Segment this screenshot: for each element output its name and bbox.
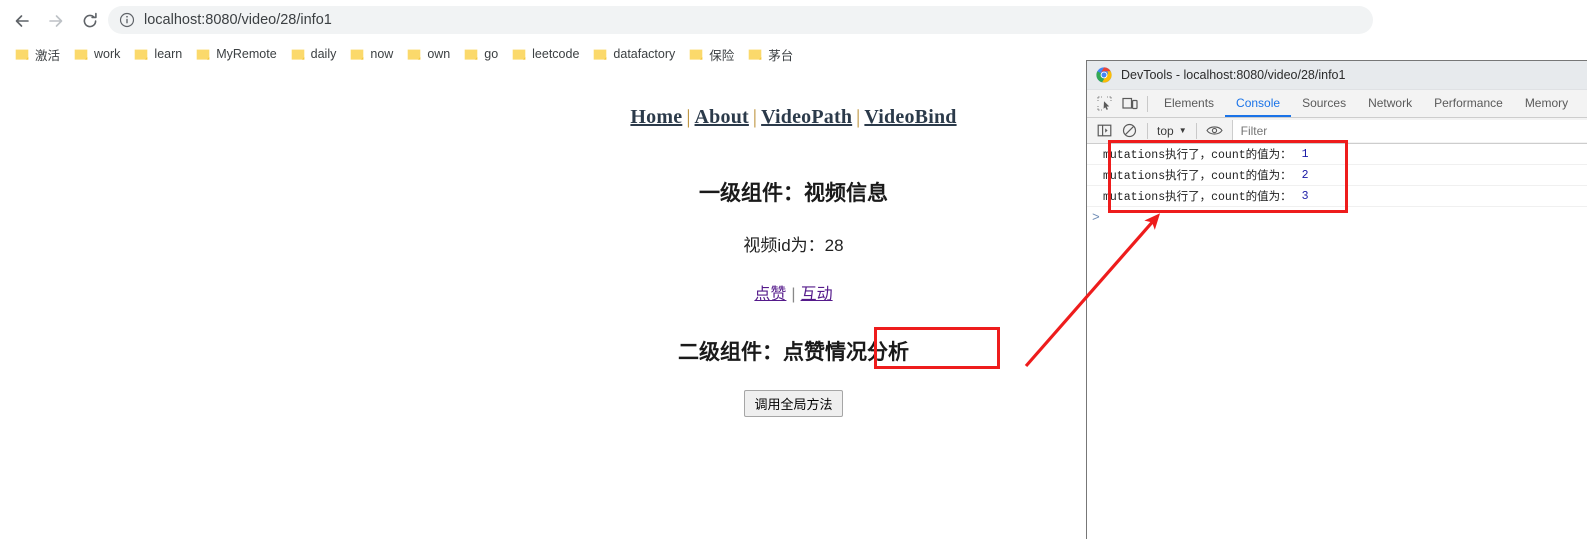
global-method-button[interactable]: 调用全局方法 [744,390,843,417]
bookmark-item[interactable]: learn [127,42,189,66]
forward-button [42,7,70,35]
console-log-text: mutations执行了，count的值为： [1103,191,1292,204]
tab-memory[interactable]: Memory [1514,90,1579,117]
console-log-value: 1 [1301,147,1309,161]
folder-icon [594,49,607,60]
bookmark-item[interactable]: 激活 [8,42,67,66]
reload-icon [83,12,97,28]
tab-performance[interactable]: Performance [1423,90,1514,117]
folder-icon [135,49,148,60]
device-toolbar-button[interactable] [1117,92,1142,116]
console-toolbar: top ▼ [1087,118,1587,144]
bookmark-label: work [94,47,121,61]
folder-icon [689,49,703,60]
bookmark-item[interactable]: MyRemote [189,42,283,66]
devtools-window: DevTools - localhost:8080/video/28/info1… [1086,60,1587,539]
forward-arrow-icon [49,15,63,27]
bookmark-item[interactable]: datafactory [586,42,682,66]
chevron-down-icon: ▼ [1178,126,1187,135]
bookmark-item[interactable]: daily [284,42,344,66]
browser-chrome: localhost:8080/video/28/info1 激活 work le… [0,0,1587,68]
bookmark-item[interactable]: 保险 [682,42,741,66]
console-sidebar-icon [1097,124,1112,137]
tab-elements[interactable]: Elements [1153,90,1225,117]
devtools-titlebar[interactable]: DevTools - localhost:8080/video/28/info1 [1087,61,1587,90]
folder-icon [15,49,29,60]
back-arrow-icon [15,15,29,27]
console-context-label: top [1157,123,1174,138]
tab-sources[interactable]: Sources [1291,90,1357,117]
console-log-text: mutations执行了，count的值为： [1103,170,1292,183]
nav-link-videobind[interactable]: VideoBind [864,106,956,128]
sub-link-interact[interactable]: 互动 [801,286,833,303]
reload-button[interactable] [76,7,104,35]
nav-link-videopath[interactable]: VideoPath [761,106,852,128]
console-prompt-caret: > [1092,209,1100,225]
folder-icon [351,49,364,60]
chrome-logo-icon [1096,67,1112,83]
console-log-value: 3 [1301,189,1309,203]
folder-icon [512,49,526,60]
console-log-row[interactable]: mutations执行了，count的值为： 2 [1087,165,1587,186]
console-log-value: 2 [1301,168,1309,182]
nav-separator: | [752,106,758,128]
folder-icon [74,49,88,60]
tab-console[interactable]: Console [1225,90,1292,117]
clear-console-button[interactable] [1117,119,1142,143]
nav-link-about[interactable]: About [695,106,749,128]
toolbar-divider [1195,122,1197,139]
folder-icon [748,49,762,60]
sub-link-like[interactable]: 点赞 [754,286,786,303]
clear-console-icon [1122,123,1137,138]
sub-link-separator: | [791,286,796,303]
nav-separator: | [856,106,861,128]
bookmark-label: datafactory [613,47,676,61]
console-sidebar-button[interactable] [1092,119,1117,143]
console-prompt[interactable]: > [1087,207,1587,227]
folder-icon [196,49,210,60]
folder-icon [408,49,421,60]
bookmark-label: 保险 [709,48,735,63]
bookmark-label: MyRemote [216,47,277,61]
devtools-title-text: DevTools - localhost:8080/video/28/info1 [1121,68,1346,82]
bookmark-item[interactable]: work [67,42,127,66]
devtools-tabbar: Elements Console Sources Network Perform… [1087,90,1587,118]
url-text: localhost:8080/video/28/info1 [144,12,332,28]
console-log-row[interactable]: mutations执行了，count的值为： 3 [1087,186,1587,207]
console-log-text: mutations执行了，count的值为： [1103,149,1292,162]
inspect-element-button[interactable] [1092,92,1117,116]
bookmark-item[interactable]: go [457,42,505,66]
bookmark-item[interactable]: 茅台 [741,42,800,66]
live-expression-eye-icon [1205,126,1223,135]
bookmark-label: daily [310,47,337,61]
bookmark-label: leetcode [532,47,580,61]
console-context-selector[interactable]: top ▼ [1153,124,1191,138]
console-filter-input[interactable] [1231,119,1587,142]
bookmark-label: go [484,47,499,61]
inspect-element-icon [1097,96,1112,111]
console-log-row[interactable]: mutations执行了，count的值为： 1 [1087,144,1587,165]
toolbar-divider [1147,95,1148,112]
bookmark-item[interactable]: leetcode [505,42,586,66]
nav-link-home[interactable]: Home [630,106,682,128]
info-circle-icon[interactable] [118,11,136,29]
console-messages: mutations执行了，count的值为： 1 mutations执行了，co… [1087,144,1587,227]
address-bar[interactable]: localhost:8080/video/28/info1 [108,6,1373,34]
bookmark-label: now [370,47,394,61]
tab-network[interactable]: Network [1357,90,1423,117]
device-toolbar-icon [1121,97,1138,110]
back-button[interactable] [8,7,36,35]
folder-icon [291,49,304,60]
live-expression-button[interactable] [1202,119,1227,143]
bookmark-label: own [427,47,451,61]
bookmark-item[interactable]: now [343,42,400,66]
folder-icon [464,49,478,60]
bookmark-item[interactable]: own [400,42,457,66]
bookmark-label: learn [154,47,183,61]
bookmark-label: 激活 [35,48,61,63]
toolbar-divider [1147,122,1148,139]
nav-separator: | [686,106,691,128]
browser-toolbar: localhost:8080/video/28/info1 [0,0,1587,40]
bookmark-label: 茅台 [768,48,794,63]
